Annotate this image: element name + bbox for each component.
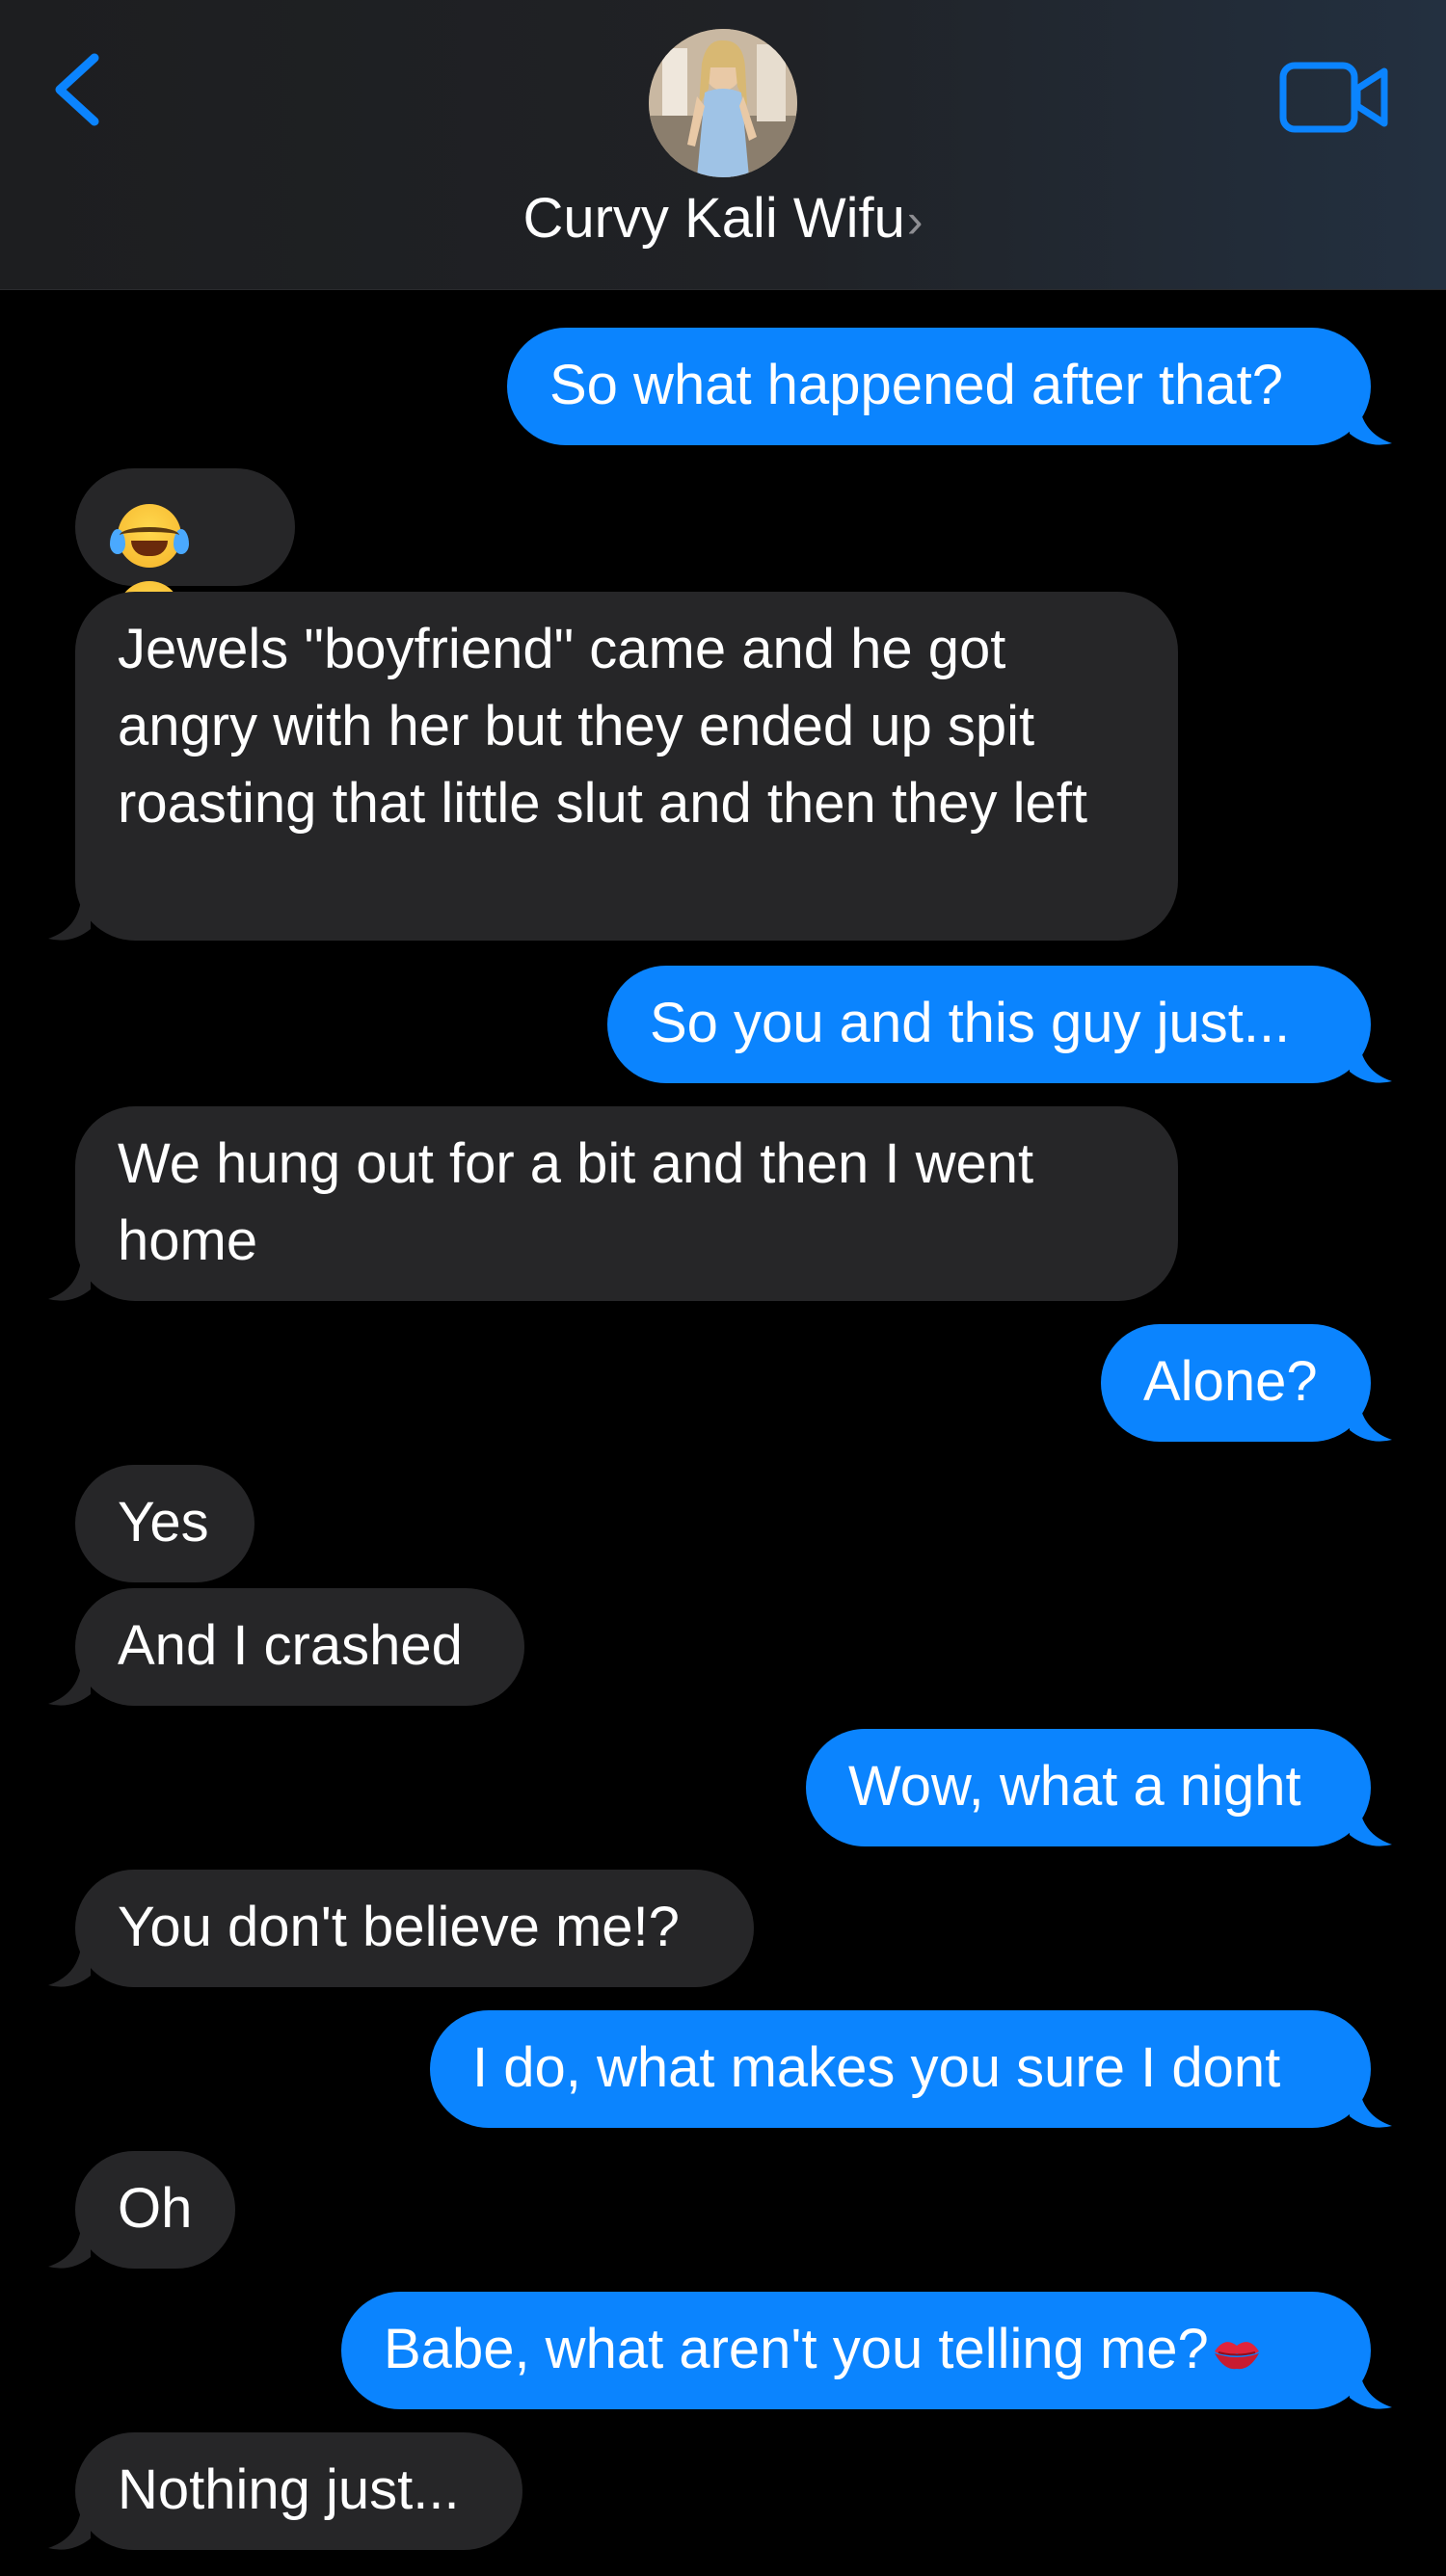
bubble-tail [48, 2510, 91, 2550]
message-text: Oh [118, 2177, 193, 2240]
contact-name-text: Curvy Kali Wifu [522, 187, 905, 250]
message-text: Babe, what aren't you telling me? [384, 2318, 1209, 2380]
message-text: Jewels "boyfriend" came and he got angry… [118, 618, 1087, 835]
message-text: You don't believe me!? [118, 1896, 680, 1958]
message-bubble-received[interactable]: You don't believe me!? [75, 1870, 754, 1987]
message-text: Wow, what a night [848, 1755, 1301, 1818]
message-text: We hung out for a bit and then I went ho… [118, 1132, 1034, 1272]
chevron-right-icon: › [906, 194, 924, 248]
bubble-tail [48, 900, 91, 941]
message-bubble-received[interactable]: Yes [75, 1465, 254, 1582]
message-text: Nothing just... [118, 2458, 460, 2521]
bubble-tail [1350, 1401, 1392, 1442]
bubble-tail [1350, 1043, 1392, 1083]
bubble-tail [1350, 2087, 1392, 2128]
message-bubble-received[interactable] [75, 468, 295, 645]
video-camera-icon[interactable] [1278, 60, 1390, 135]
message-bubble-sent[interactable]: So you and this guy just... [607, 966, 1371, 1083]
message-text: So you and this guy just... [650, 992, 1291, 1054]
bubble-tail [1350, 1806, 1392, 1846]
bubble-tail [48, 1665, 91, 1706]
message-bubble-sent[interactable]: I do, what makes you sure I dont [430, 2010, 1371, 2128]
bubble-tail [48, 2228, 91, 2269]
message-bubble-received[interactable]: Oh [75, 2151, 235, 2269]
message-thread[interactable]: So what happened after that? Jewels "boy… [0, 289, 1446, 2576]
avatar-photo [649, 29, 797, 177]
message-text: I do, what makes you sure I dont [472, 2036, 1281, 2099]
message-bubble-sent[interactable]: Babe, what aren't you telling me? [341, 2292, 1371, 2409]
message-text: So what happened after that? [549, 354, 1284, 416]
bubble-tail [48, 1261, 91, 1301]
message-bubble-received[interactable]: Jewels "boyfriend" came and he got angry… [75, 592, 1178, 941]
face-with-tears-of-joy-icon [110, 503, 189, 568]
message-text: And I crashed [118, 1614, 463, 1677]
avatar[interactable] [649, 29, 797, 177]
chevron-left-icon[interactable] [39, 46, 116, 133]
kiss-mark-icon [1214, 2341, 1259, 2369]
message-bubble-sent[interactable]: Alone? [1101, 1324, 1371, 1442]
message-text: Yes [118, 1491, 209, 1554]
message-bubble-received[interactable]: We hung out for a bit and then I went ho… [75, 1106, 1178, 1301]
message-bubble-received[interactable]: Nothing just... [75, 2432, 522, 2550]
bubble-tail [48, 1947, 91, 1987]
conversation-header: Curvy Kali Wifu› [0, 0, 1446, 290]
bubble-tail [1350, 2369, 1392, 2409]
contact-name[interactable]: Curvy Kali Wifu› [0, 185, 1446, 254]
message-bubble-sent[interactable]: Wow, what a night [806, 1729, 1371, 1846]
message-text: Alone? [1143, 1350, 1318, 1413]
message-bubble-received[interactable]: And I crashed [75, 1588, 524, 1706]
bubble-tail [1350, 405, 1392, 445]
message-bubble-sent[interactable]: So what happened after that? [507, 328, 1371, 445]
